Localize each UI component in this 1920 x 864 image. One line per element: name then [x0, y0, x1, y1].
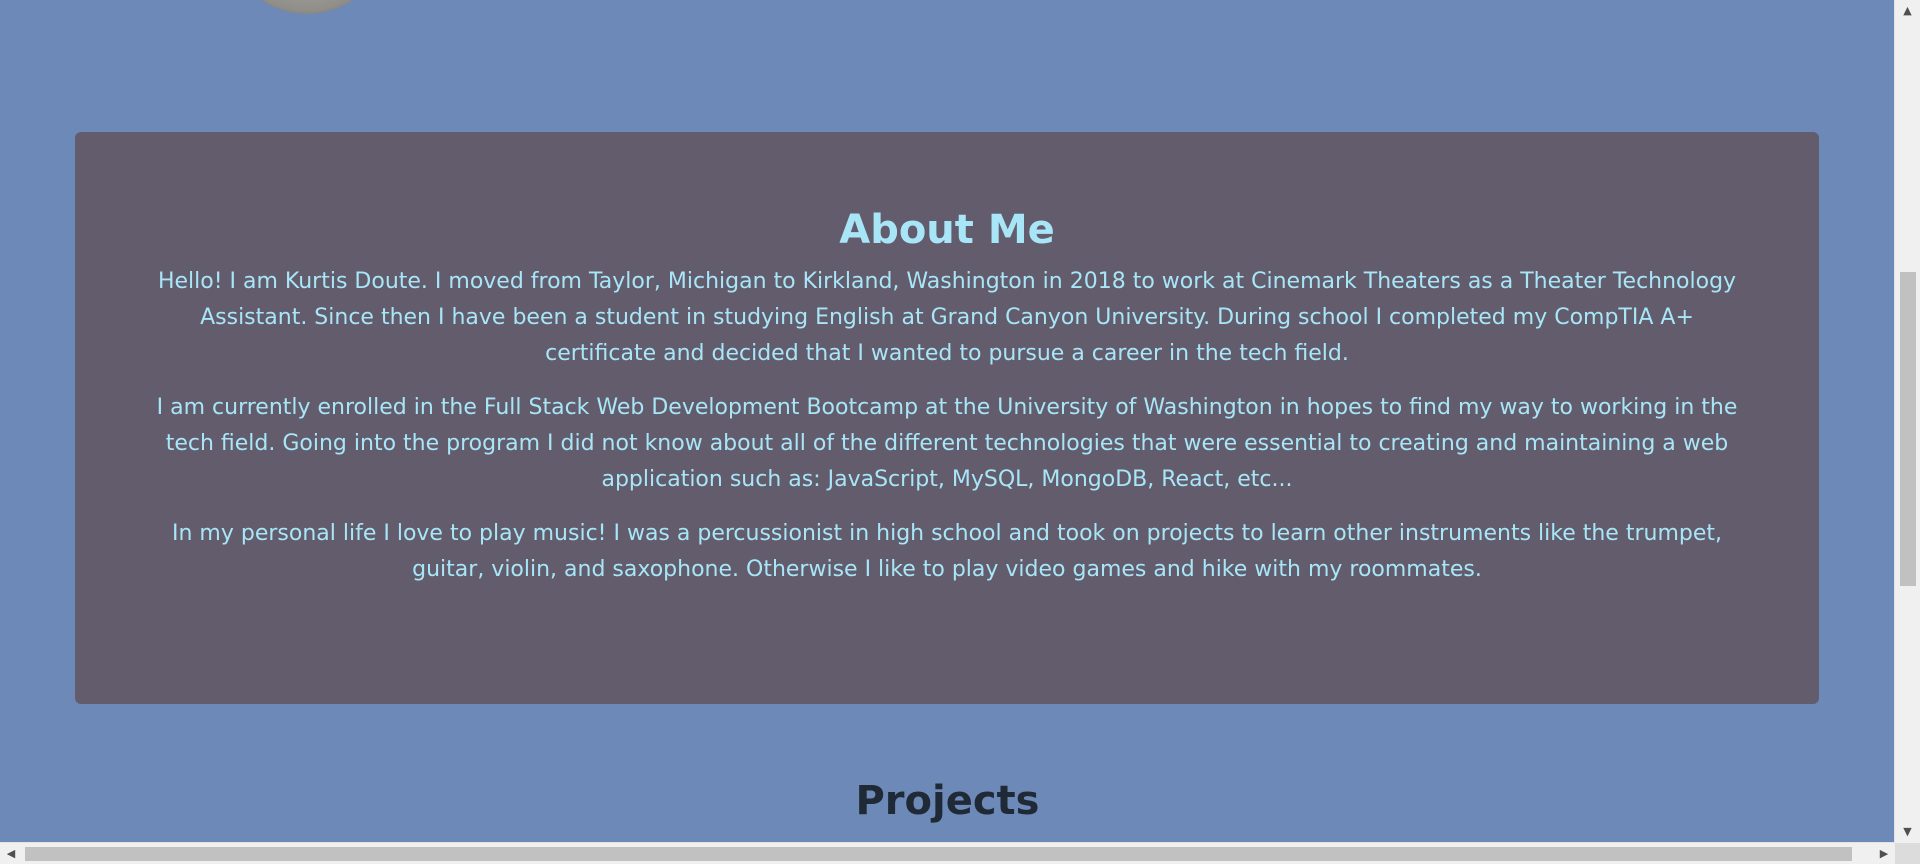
scroll-down-arrow-icon[interactable]: ▼ — [1895, 821, 1920, 843]
horizontal-scrollbar[interactable]: ◀ ▶ — [0, 842, 1895, 864]
page-viewport: About Me Hello! I am Kurtis Doute. I mov… — [0, 0, 1895, 843]
scroll-right-arrow-icon[interactable]: ▶ — [1873, 843, 1895, 864]
about-paragraph-bootcamp: I am currently enrolled in the Full Stac… — [156, 395, 1738, 492]
profile-photo — [232, 0, 382, 14]
about-paragraph-intro: Hello! I am Kurtis Doute. I moved from T… — [157, 269, 1737, 366]
scroll-left-arrow-icon[interactable]: ◀ — [0, 843, 22, 864]
vertical-scrollbar[interactable]: ▲ ▼ — [1894, 0, 1920, 843]
scroll-up-arrow-icon[interactable]: ▲ — [1895, 0, 1920, 22]
scrollbar-corner — [1895, 843, 1920, 864]
about-me-card: About Me Hello! I am Kurtis Doute. I mov… — [75, 132, 1819, 704]
horizontal-scroll-thumb[interactable] — [25, 847, 1852, 861]
projects-title: Projects — [855, 778, 1040, 824]
about-paragraph-personal: In my personal life I love to play music… — [172, 521, 1722, 582]
vertical-scroll-thumb[interactable] — [1900, 272, 1916, 586]
about-me-title: About Me — [839, 207, 1055, 253]
